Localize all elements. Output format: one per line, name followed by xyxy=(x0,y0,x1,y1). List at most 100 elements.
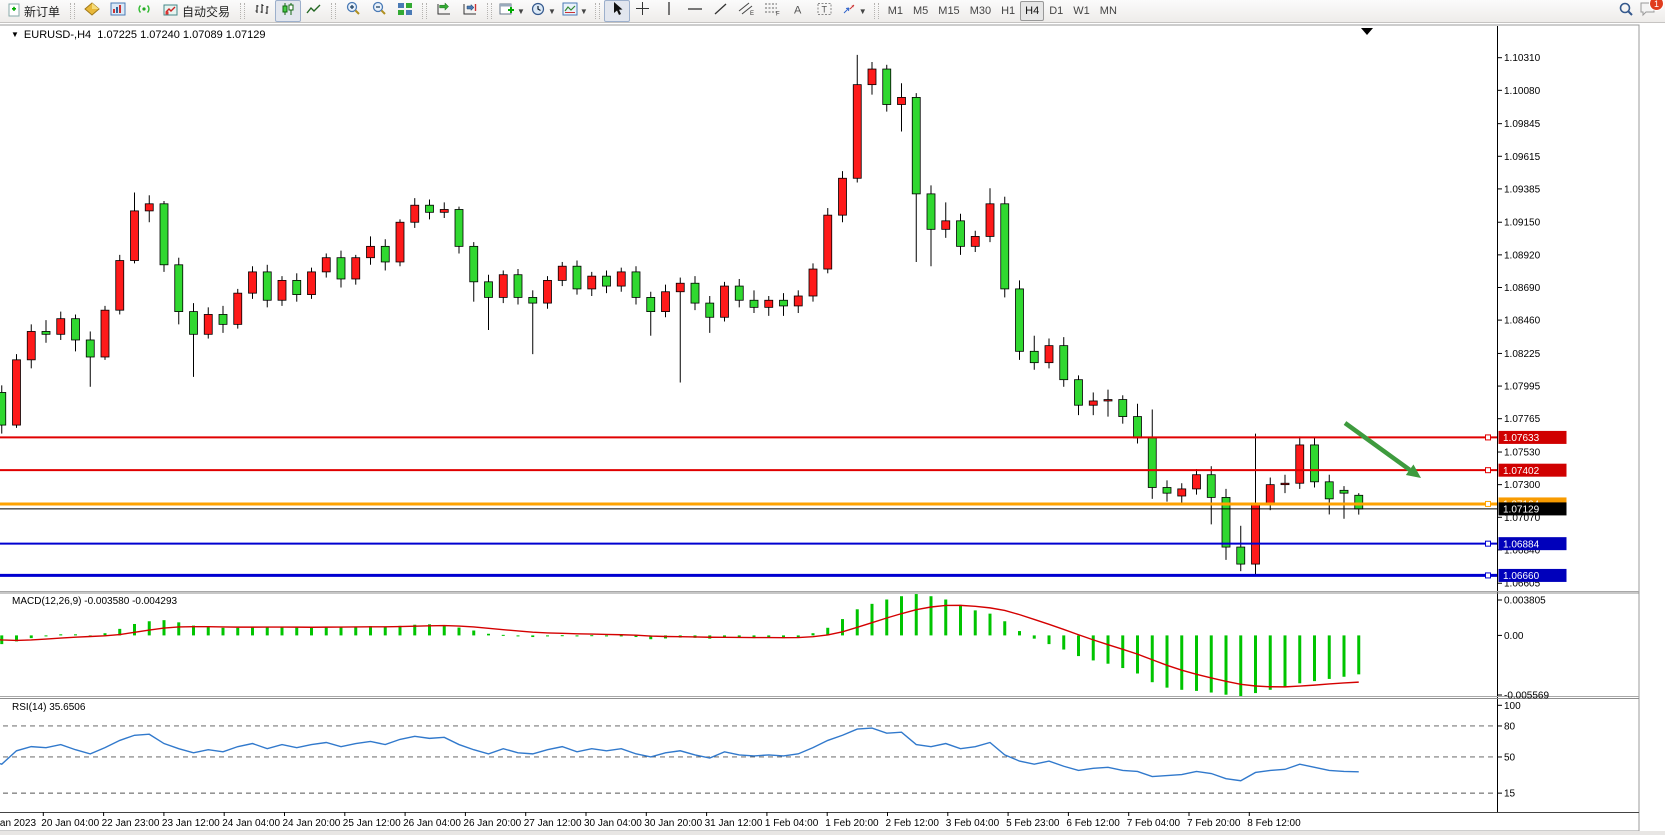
search-button[interactable] xyxy=(1613,0,1639,22)
macd-bar xyxy=(900,596,903,635)
time-tick-label: 3 Feb 04:00 xyxy=(946,818,1000,829)
trendline-tool-button[interactable] xyxy=(708,0,734,22)
timeframe-m5[interactable]: M5 xyxy=(908,1,933,21)
candle xyxy=(440,209,448,212)
macd-bar xyxy=(1239,635,1242,696)
time-tick-label: 23 Jan 12:00 xyxy=(162,818,220,829)
autotrading-button[interactable]: 自动交易 xyxy=(157,0,236,22)
new-chart-button[interactable]: ▼ xyxy=(496,0,528,22)
timeframe-m30[interactable]: M30 xyxy=(965,1,996,21)
candle xyxy=(499,275,507,298)
templates-icon xyxy=(562,2,578,21)
autoscroll-button[interactable] xyxy=(431,0,457,22)
macd-bar xyxy=(266,627,269,636)
bar-chart-icon xyxy=(254,2,270,21)
macd-bar xyxy=(177,622,180,635)
zoom-out-button[interactable] xyxy=(366,0,392,22)
time-tick-label: 6 Feb 12:00 xyxy=(1066,818,1120,829)
candle xyxy=(617,272,625,286)
hline-handle[interactable] xyxy=(1486,541,1491,546)
candle xyxy=(234,293,242,324)
candle xyxy=(1075,380,1083,406)
crosshair-tool-button[interactable] xyxy=(630,0,656,22)
chat-button[interactable]: 1 xyxy=(1639,0,1657,22)
candle xyxy=(573,266,581,289)
candle xyxy=(1001,204,1009,289)
gold-button[interactable] xyxy=(79,0,105,22)
periods-button[interactable]: ▼ xyxy=(528,0,559,22)
arrows-tool-button[interactable]: ▼ xyxy=(838,0,870,22)
tile-windows-icon xyxy=(397,2,413,21)
time-tick-label: 24 Jan 04:00 xyxy=(222,818,280,829)
timeframe-m15[interactable]: M15 xyxy=(933,1,964,21)
candle xyxy=(293,280,301,294)
candle xyxy=(455,209,463,246)
hline-handle[interactable] xyxy=(1486,435,1491,440)
candle xyxy=(1089,401,1097,405)
macd-bar xyxy=(59,634,62,635)
time-tick-label: 22 Jan 23:00 xyxy=(102,818,160,829)
zoom-in-button[interactable] xyxy=(340,0,366,22)
timeframe-h1[interactable]: H1 xyxy=(996,1,1020,21)
macd-bar xyxy=(354,627,357,636)
channel-tool-button[interactable]: E xyxy=(734,0,760,22)
fibonacci-tool-button[interactable]: F xyxy=(760,0,786,22)
new-order-button[interactable]: 新订单 xyxy=(2,0,66,22)
timeframe-h4[interactable]: H4 xyxy=(1020,1,1044,21)
macd-bar xyxy=(1048,635,1051,644)
candle xyxy=(721,286,729,317)
market-watch-button[interactable] xyxy=(105,0,131,22)
vertical-line-tool-button[interactable] xyxy=(656,0,682,22)
line-chart-button[interactable] xyxy=(301,0,327,22)
candle xyxy=(824,215,832,269)
macd-bar xyxy=(310,628,313,636)
macd-bar xyxy=(605,635,608,636)
timeframe-d1[interactable]: D1 xyxy=(1044,1,1068,21)
candle xyxy=(367,246,375,257)
signal-button[interactable] xyxy=(131,0,157,22)
gold-icon xyxy=(84,2,100,21)
hline-handle[interactable] xyxy=(1486,468,1491,473)
timeframe-w1[interactable]: W1 xyxy=(1068,1,1095,21)
candle xyxy=(13,360,21,425)
chart-canvas[interactable]: 1.103101.100801.098451.096151.093851.091… xyxy=(0,23,1665,835)
text-icon: A xyxy=(792,2,805,21)
price-tick-label: 1.08225 xyxy=(1504,349,1541,360)
candle xyxy=(647,297,655,311)
macd-bar xyxy=(236,628,239,636)
hline-handle[interactable] xyxy=(1486,573,1491,578)
text-tool-button[interactable]: A xyxy=(786,0,812,22)
candle xyxy=(86,340,94,357)
time-tick-label: 5 Feb 23:00 xyxy=(1006,818,1060,829)
macd-bar xyxy=(620,635,623,636)
candlestick-chart-button[interactable] xyxy=(275,0,301,22)
line-chart-icon xyxy=(306,2,322,21)
macd-bar xyxy=(959,605,962,635)
search-icon xyxy=(1618,1,1634,22)
price-tick-label: 1.07995 xyxy=(1504,382,1541,393)
macd-bar xyxy=(502,635,505,636)
macd-bar xyxy=(74,634,77,635)
tile-windows-button[interactable] xyxy=(392,0,418,22)
chart-shift-button[interactable] xyxy=(457,0,483,22)
price-tick-label: 1.09150 xyxy=(1504,218,1541,229)
text-label-tool-button[interactable]: T xyxy=(812,0,838,22)
hline-handle[interactable] xyxy=(1486,501,1491,506)
macd-bar xyxy=(458,628,461,636)
window-menu-icon[interactable]: ▼ xyxy=(11,30,19,39)
arrows-icon xyxy=(841,2,857,21)
macd-bar xyxy=(1121,635,1124,668)
macd-bar xyxy=(1018,631,1021,635)
new-chart-icon xyxy=(499,2,515,21)
bar-chart-button[interactable] xyxy=(249,0,275,22)
macd-bar xyxy=(207,627,210,636)
timeframe-m1[interactable]: M1 xyxy=(883,1,908,21)
time-tick-label: 30 Jan 20:00 xyxy=(644,818,702,829)
svg-text:F: F xyxy=(776,12,780,17)
templates-button[interactable]: ▼ xyxy=(559,0,591,22)
timeframe-mn[interactable]: MN xyxy=(1095,1,1122,21)
horizontal-line-tool-button[interactable] xyxy=(682,0,708,22)
time-tick-label: 7 Feb 04:00 xyxy=(1127,818,1181,829)
cursor-tool-button[interactable] xyxy=(604,0,630,22)
macd-bar xyxy=(1180,635,1183,689)
